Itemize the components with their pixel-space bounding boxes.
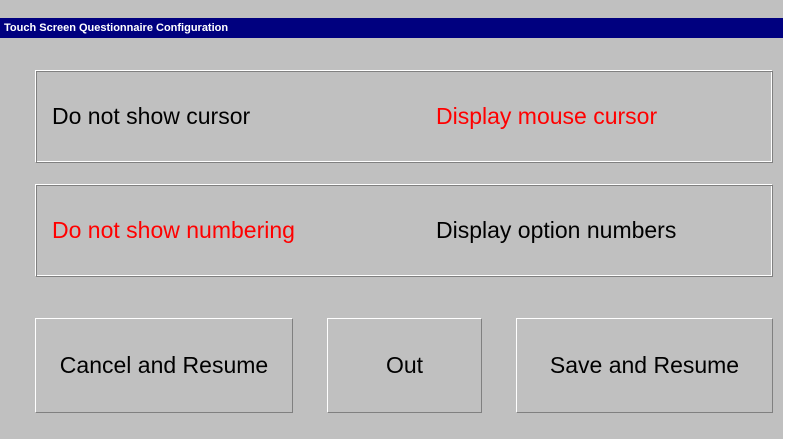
numbering-setting-panel: Do not show numbering Display option num…: [35, 184, 773, 277]
config-window: Touch Screen Questionnaire Configuration…: [0, 0, 783, 439]
option-hide-numbering[interactable]: Do not show numbering: [52, 185, 295, 276]
window-title-bar: Touch Screen Questionnaire Configuration: [0, 18, 783, 38]
cursor-setting-panel: Do not show cursor Display mouse cursor: [35, 70, 773, 163]
option-hide-cursor[interactable]: Do not show cursor: [52, 71, 250, 162]
option-display-option-numbers[interactable]: Display option numbers: [436, 185, 676, 276]
save-and-resume-button[interactable]: Save and Resume: [516, 318, 773, 413]
out-button[interactable]: Out: [327, 318, 482, 413]
option-display-mouse-cursor[interactable]: Display mouse cursor: [436, 71, 657, 162]
cancel-and-resume-button[interactable]: Cancel and Resume: [35, 318, 293, 413]
